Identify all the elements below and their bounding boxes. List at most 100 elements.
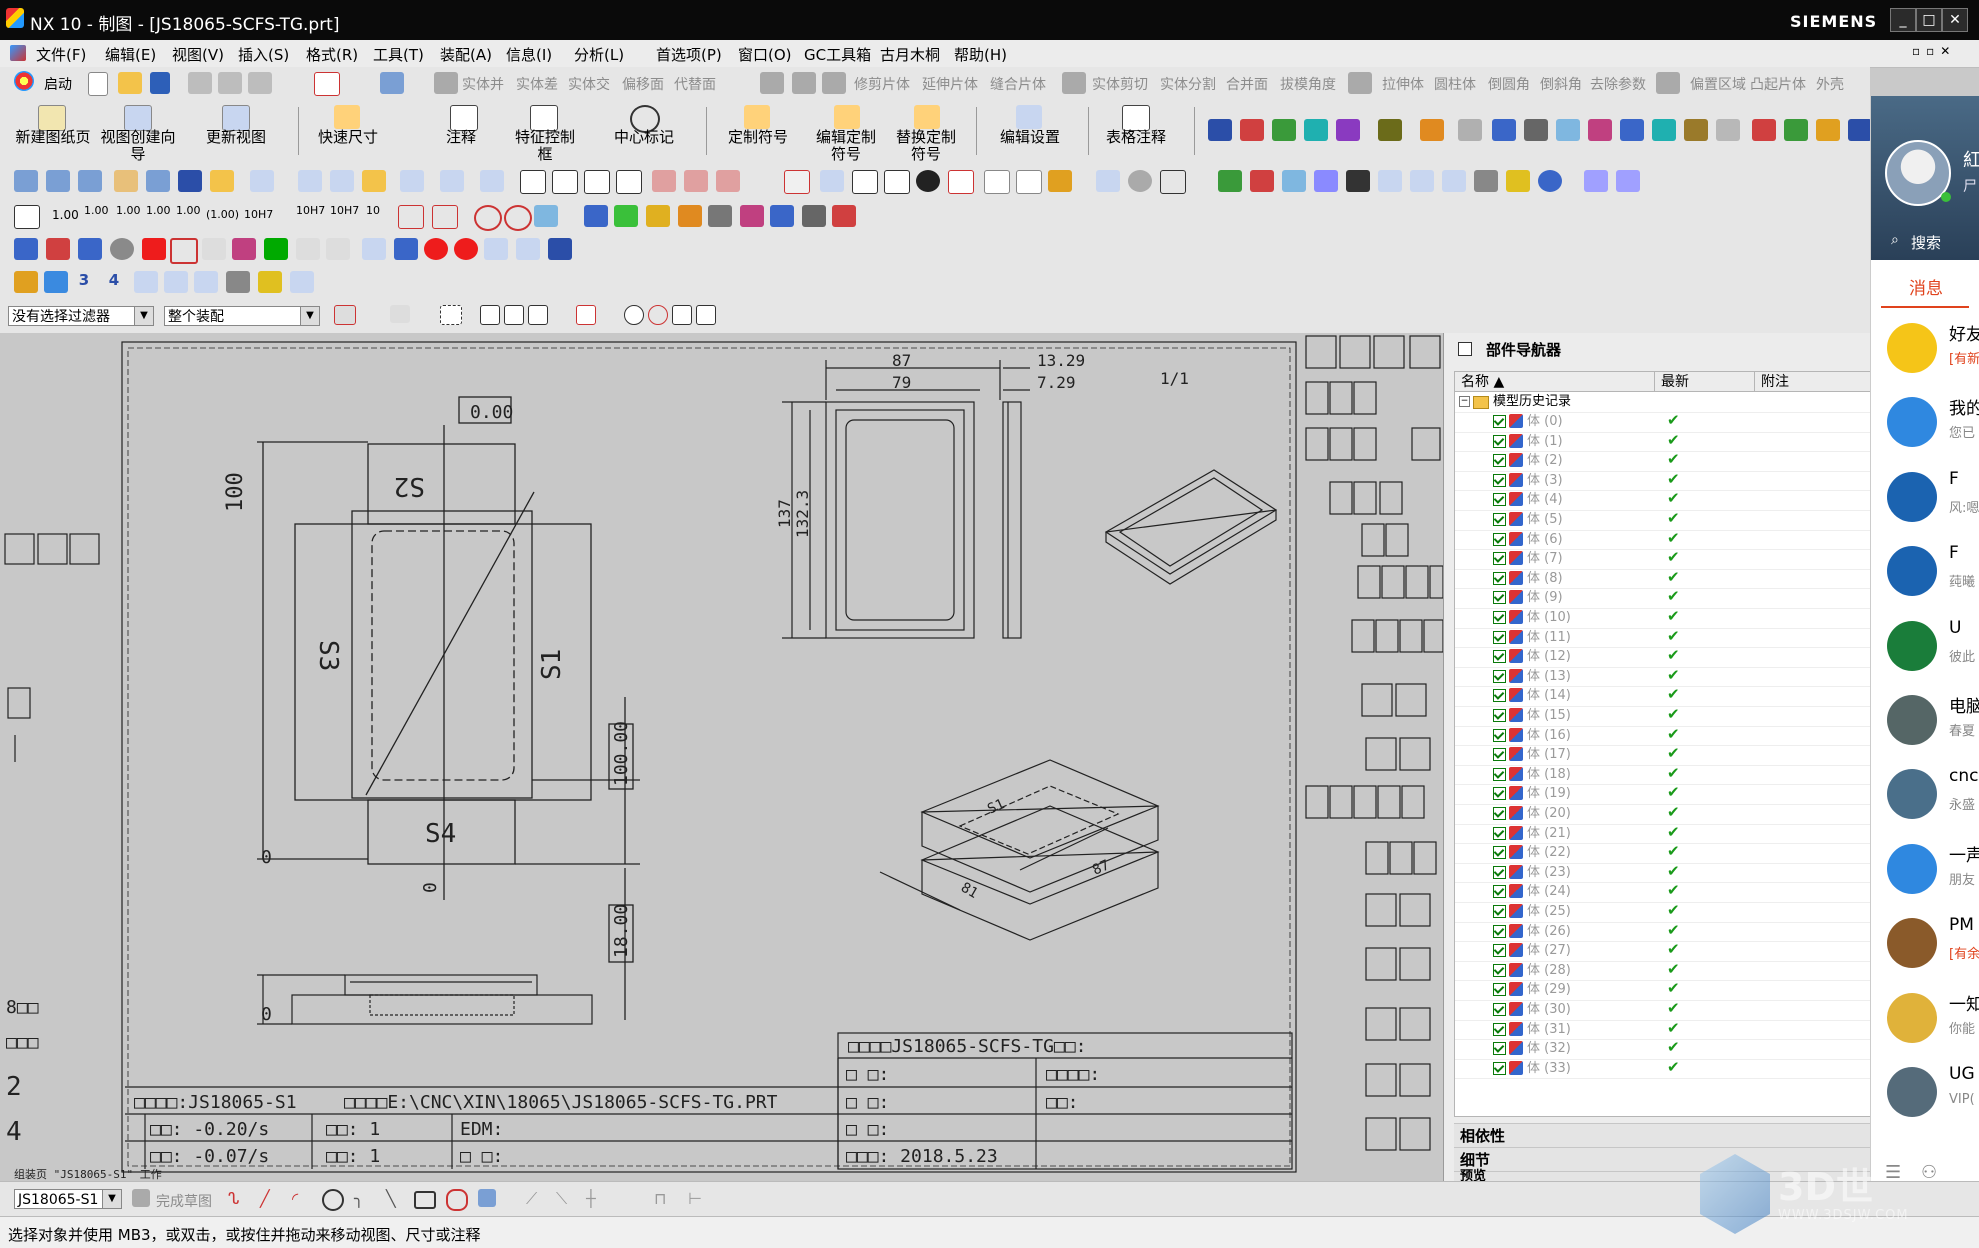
menu-analysis[interactable]: 分析(L) [574, 44, 624, 65]
grid-view-icon[interactable] [14, 238, 38, 260]
tree-item-body[interactable]: 体 (9) ✔ [1455, 587, 1872, 610]
tree-root[interactable]: − 模型历史记录 [1455, 392, 1872, 413]
edit-custom-symbol-button[interactable]: 编辑定制符号 [810, 129, 882, 163]
plane-view-icon[interactable] [1556, 119, 1580, 141]
book-icon[interactable] [1716, 119, 1740, 141]
select-filter-icon[interactable] [334, 305, 356, 325]
tree-item-body[interactable]: 体 (14) ✔ [1455, 685, 1872, 708]
pencil-icon[interactable] [146, 170, 170, 192]
tree-item-body[interactable]: 体 (6) ✔ [1455, 529, 1872, 551]
visibility-checkbox[interactable] [1493, 669, 1506, 683]
grey-cube-icon[interactable] [708, 205, 732, 227]
orange-cube-icon[interactable] [678, 205, 702, 227]
custom-symbol-button[interactable]: 定制符号 [718, 129, 798, 146]
tree-item-body[interactable]: 体 (18) ✔ [1455, 764, 1872, 786]
menu-preferences[interactable]: 首选项(P) [656, 44, 722, 65]
tree-item-body[interactable]: 体 (30) ✔ [1455, 999, 1872, 1021]
chamfer-icon[interactable]: ╲ [386, 1189, 404, 1208]
eraser-icon[interactable] [114, 170, 138, 192]
tol-button-5[interactable]: 1.00 [176, 204, 201, 217]
tree-item-body[interactable]: 体 (29) ✔ [1455, 979, 1872, 1002]
no-entry-2-icon[interactable] [504, 205, 532, 231]
visibility-checkbox[interactable] [1493, 434, 1506, 448]
tree-item-body[interactable]: 体 (25) ✔ [1455, 901, 1872, 923]
menu-guyue[interactable]: 古月木桐 [880, 44, 940, 65]
projected-view-icon[interactable] [1272, 119, 1296, 141]
tree-item-body[interactable]: 体 (8) ✔ [1455, 568, 1872, 590]
xyz-icon[interactable] [948, 170, 974, 194]
visibility-checkbox[interactable] [1493, 532, 1506, 546]
start-icon[interactable] [14, 71, 34, 91]
nc-icon[interactable] [78, 238, 102, 260]
arrow-forward-icon[interactable] [1616, 170, 1640, 192]
box-view-icon[interactable] [1492, 119, 1516, 141]
scope-combo[interactable]: 整个装配 ▼ [164, 306, 320, 326]
arc-icon[interactable]: ◜ [292, 1189, 312, 1208]
server-icon[interactable] [394, 238, 418, 260]
tol-button-10[interactable]: 10 [366, 204, 380, 217]
tree-item-body[interactable]: 体 (0) ✔ [1455, 411, 1872, 433]
visibility-checkbox[interactable] [1493, 415, 1506, 428]
tree-item-body[interactable]: 体 (15) ✔ [1455, 705, 1872, 727]
open-folder-icon[interactable] [118, 72, 142, 94]
tree-item-body[interactable]: 体 (24) ✔ [1455, 881, 1872, 904]
new-sheet-button[interactable]: 新建图纸页 [14, 129, 92, 146]
tol-button-4[interactable]: 1.00 [146, 204, 171, 217]
visibility-checkbox[interactable] [1493, 1022, 1506, 1036]
step-2-icon[interactable] [194, 271, 218, 293]
col-notes[interactable]: 附注 [1755, 372, 1872, 392]
new-file-icon[interactable] [88, 72, 108, 96]
profile-icon[interactable]: ᔐ [228, 1189, 248, 1208]
chain-icon[interactable] [616, 170, 642, 194]
doc-window-buttons[interactable]: ▫▫✕ [1912, 44, 1972, 62]
snap-center-icon[interactable] [624, 305, 644, 325]
minimize-button[interactable]: _ [1890, 8, 1916, 32]
printer-icon[interactable] [802, 205, 826, 227]
wave-icon[interactable] [1160, 170, 1186, 194]
curve-icon[interactable] [296, 238, 320, 260]
polygon-icon[interactable] [446, 1189, 468, 1211]
visibility-checkbox[interactable] [1493, 571, 1506, 585]
wave-blue-icon[interactable] [1282, 170, 1306, 192]
arrow-left-icon[interactable] [552, 170, 578, 194]
solid-view-icon[interactable] [1524, 119, 1548, 141]
select-tool-icon[interactable] [380, 72, 404, 94]
tree-item-body[interactable]: 体 (27) ✔ [1455, 940, 1872, 962]
view-style-icon[interactable] [1208, 119, 1232, 141]
weld-icon[interactable] [1684, 119, 1708, 141]
visibility-checkbox[interactable] [1493, 1042, 1506, 1056]
eye-icon[interactable] [1506, 170, 1530, 192]
ordinate-icon[interactable] [684, 170, 708, 192]
collapse-icon[interactable]: − [1459, 396, 1470, 407]
grid-icon[interactable] [400, 170, 424, 192]
ruler-icon[interactable] [432, 205, 458, 229]
mirror-icon[interactable] [232, 238, 256, 260]
tree-item-body[interactable]: 体 (7) ✔ [1455, 548, 1872, 570]
flag-icon[interactable] [1250, 170, 1274, 192]
text-a-icon[interactable] [1848, 119, 1872, 141]
dim-type-icon[interactable] [14, 205, 40, 229]
snap-endpoint-icon[interactable] [480, 305, 500, 325]
table-cell-icon[interactable] [820, 170, 844, 192]
hatch-icon[interactable] [1620, 119, 1644, 141]
visibility-checkbox[interactable] [1493, 552, 1506, 566]
tree-item-body[interactable]: 体 (11) ✔ [1455, 627, 1872, 649]
tree-item-body[interactable]: 体 (1) ✔ [1455, 431, 1872, 453]
green-box-icon[interactable] [264, 238, 288, 260]
visibility-checkbox[interactable] [1493, 493, 1506, 507]
make-corner-icon[interactable]: ┼ [586, 1189, 604, 1208]
dim-style-icon[interactable] [14, 170, 38, 192]
point-icon[interactable] [1458, 119, 1482, 141]
visibility-checkbox[interactable] [1493, 944, 1506, 958]
tree-item-body[interactable]: 体 (16) ✔ [1455, 725, 1872, 747]
spline-icon[interactable] [1218, 170, 1242, 192]
layer-icon[interactable] [46, 170, 70, 192]
snap-line-icon[interactable] [504, 305, 524, 325]
tree-item-body[interactable]: 体 (17) ✔ [1455, 744, 1872, 766]
zigzag-icon[interactable] [134, 271, 158, 293]
triangle-icon[interactable] [852, 170, 878, 194]
visibility-checkbox[interactable] [1493, 924, 1506, 938]
snap-cross-icon[interactable] [672, 305, 692, 325]
chat-list-item[interactable]: 一声 朋友 [1871, 831, 1979, 905]
rectangle-icon[interactable] [414, 1191, 436, 1209]
